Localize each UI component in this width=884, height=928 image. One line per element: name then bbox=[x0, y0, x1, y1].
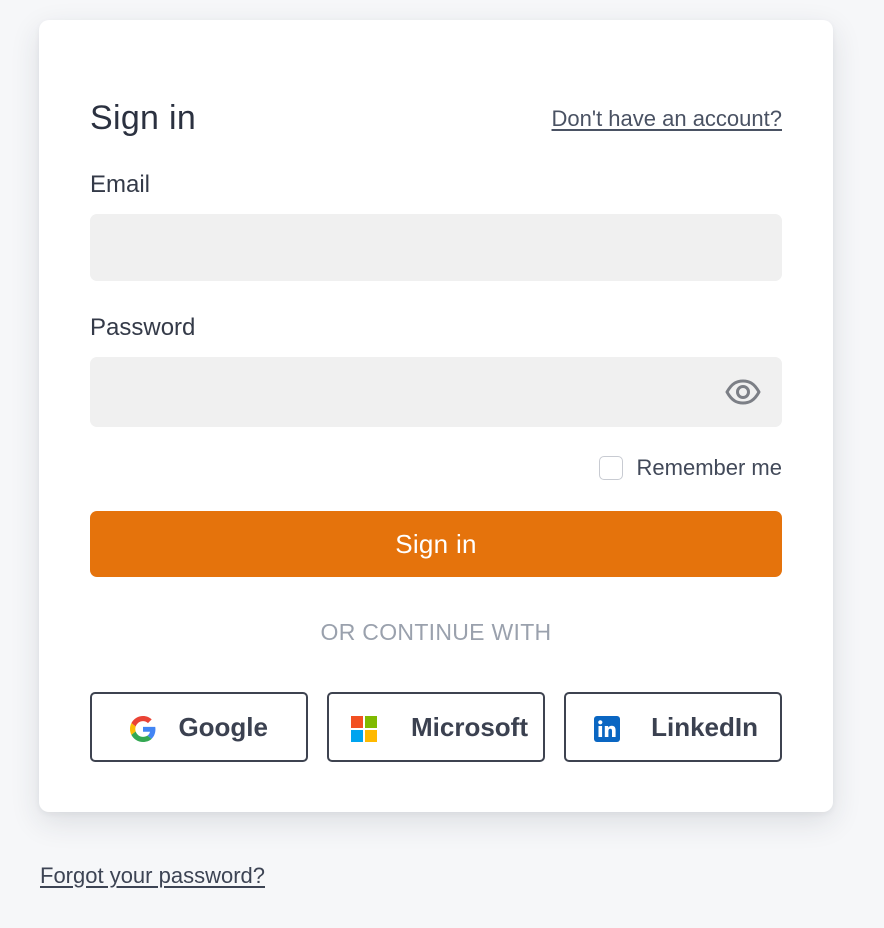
email-label: Email bbox=[90, 171, 151, 198]
linkedin-login-button[interactable]: LinkedIn bbox=[564, 692, 782, 762]
password-label: Password bbox=[90, 314, 196, 341]
card-header: Sign in Don't have an account? bbox=[90, 98, 782, 138]
sign-in-button[interactable]: Sign in bbox=[90, 511, 782, 577]
eye-icon bbox=[725, 379, 761, 405]
continue-with-divider: OR CONTINUE WITH bbox=[320, 619, 552, 645]
password-field[interactable] bbox=[90, 357, 782, 427]
signup-link[interactable]: Don't have an account? bbox=[552, 106, 782, 132]
remember-me-toggle[interactable]: Remember me bbox=[598, 453, 782, 483]
email-field[interactable] bbox=[90, 214, 782, 281]
remember-me-label: Remember me bbox=[636, 455, 782, 480]
linkedin-label: LinkedIn bbox=[651, 712, 758, 742]
signin-card: Sign in Don't have an account? Email Pas… bbox=[39, 20, 833, 812]
remember-me-checkbox[interactable] bbox=[598, 456, 623, 480]
page-title: Sign in bbox=[90, 99, 197, 137]
linkedin-icon bbox=[594, 716, 620, 742]
google-label: Google bbox=[178, 712, 268, 742]
microsoft-icon bbox=[351, 716, 377, 742]
forgot-password-link[interactable]: Forgot your password? bbox=[40, 863, 265, 889]
social-login-row: Google Microsoft LinkedIn bbox=[90, 692, 782, 762]
microsoft-label: Microsoft bbox=[411, 712, 528, 742]
google-login-button[interactable]: Google bbox=[90, 692, 308, 762]
microsoft-login-button[interactable]: Microsoft bbox=[327, 692, 545, 762]
toggle-password-visibility-button[interactable] bbox=[723, 374, 763, 410]
google-icon bbox=[130, 716, 156, 742]
